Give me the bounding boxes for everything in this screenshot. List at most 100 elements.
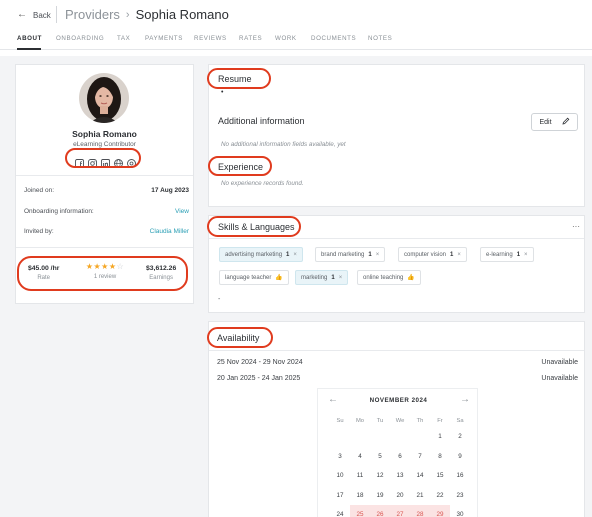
- calendar-day[interactable]: 5: [370, 447, 390, 467]
- invited-row: Invited by: Claudia Miller: [24, 228, 189, 235]
- calendar-day[interactable]: 17: [330, 486, 350, 506]
- skill-count: 1: [286, 251, 290, 258]
- skill-chip[interactable]: language teacher 👍: [219, 270, 289, 285]
- skill-chip[interactable]: e-learning 1 ×: [480, 247, 534, 262]
- calendar-day[interactable]: 4: [350, 447, 370, 467]
- tab-payments[interactable]: PAYMENTS: [145, 35, 183, 42]
- next-month-button[interactable]: →: [460, 394, 470, 405]
- back-label: Back: [33, 10, 51, 20]
- page-title: Sophia Romano: [135, 7, 229, 22]
- calendar-day[interactable]: 29: [430, 505, 450, 517]
- skill-label: online teaching: [363, 274, 404, 281]
- tab-tax[interactable]: TAX: [117, 35, 130, 42]
- calendar-day[interactable]: 14: [410, 466, 430, 486]
- skills-footer: -: [218, 296, 221, 303]
- highlight-ring: [207, 327, 273, 348]
- calendar-day[interactable]: 3: [330, 447, 350, 467]
- skill-chip[interactable]: marketing 1 ×: [295, 270, 349, 285]
- highlight-ring: [208, 156, 272, 176]
- remove-chip-icon[interactable]: ×: [293, 252, 297, 258]
- tab-work[interactable]: WORK: [275, 35, 297, 42]
- onboarding-view-link[interactable]: View: [175, 208, 189, 215]
- arrow-left-icon: ←: [17, 9, 27, 20]
- availability-period: 20 Jan 2025 - 24 Jan 2025 Unavailable: [217, 375, 578, 382]
- tab-rates[interactable]: RATES: [239, 35, 262, 42]
- skill-label: advertising marketing: [225, 251, 283, 258]
- skill-chip[interactable]: online teaching 👍: [357, 270, 421, 285]
- tab-notes[interactable]: NOTES: [368, 35, 392, 42]
- calendar-day[interactable]: 26: [370, 505, 390, 517]
- calendar-empty-cell: [330, 427, 350, 447]
- availability-period: 25 Nov 2024 - 29 Nov 2024 Unavailable: [217, 359, 578, 366]
- avatar: [79, 73, 129, 123]
- divider: [16, 247, 193, 248]
- calendar-day[interactable]: 12: [370, 466, 390, 486]
- calendar-day[interactable]: 27: [390, 505, 410, 517]
- edit-button[interactable]: Edit: [531, 113, 578, 131]
- calendar-day[interactable]: 24: [330, 505, 350, 517]
- calendar-day[interactable]: 13: [390, 466, 410, 486]
- invited-label: Invited by:: [24, 228, 54, 235]
- skill-label: language teacher: [225, 274, 272, 281]
- calendar-day[interactable]: 2: [450, 427, 470, 447]
- breadcrumb: Providers › Sophia Romano: [65, 6, 229, 24]
- calendar-empty-cell: [410, 427, 430, 447]
- calendar-day[interactable]: 10: [330, 466, 350, 486]
- highlight-ring: [65, 148, 141, 168]
- profile-name: Sophia Romano: [72, 129, 137, 139]
- weekday-label: Sa: [456, 418, 464, 424]
- onboarding-row: Onboarding information: View: [24, 208, 189, 215]
- calendar-day[interactable]: 15: [430, 466, 450, 486]
- tab-about[interactable]: ABOUT: [17, 35, 42, 42]
- calendar-grid: Su Mo Tu We Th Fr Sa 1 2 3 4 5 6 7 8 9 10 11 12 13 14 15 16 17 1…: [330, 415, 470, 517]
- calendar-day[interactable]: 25: [350, 505, 370, 517]
- remove-chip-icon[interactable]: ×: [524, 252, 528, 258]
- remove-chip-icon[interactable]: ×: [457, 252, 461, 258]
- tab-reviews[interactable]: REVIEWS: [194, 35, 227, 42]
- skill-chip[interactable]: brand marketing 1 ×: [315, 247, 386, 262]
- remove-chip-icon[interactable]: ×: [376, 252, 380, 258]
- calendar-empty-cell: [390, 427, 410, 447]
- skill-label: computer vision: [404, 251, 447, 258]
- additional-info-empty: No additional information fields availab…: [221, 141, 346, 148]
- tab-onboarding[interactable]: ONBOARDING: [56, 35, 104, 42]
- calendar-day[interactable]: 28: [410, 505, 430, 517]
- additional-info-title: Additional information: [218, 116, 305, 126]
- calendar-day[interactable]: 18: [350, 486, 370, 506]
- calendar-empty-cell: [350, 427, 370, 447]
- chevron-right-icon: ›: [125, 9, 130, 21]
- calendar-month: NOVEMBER 2024: [369, 397, 428, 404]
- calendar-day[interactable]: 9: [450, 447, 470, 467]
- calendar-day[interactable]: 1: [430, 427, 450, 447]
- back-button[interactable]: ← Back: [17, 9, 51, 21]
- breadcrumb-providers[interactable]: Providers: [65, 6, 120, 24]
- calendar-day[interactable]: 16: [450, 466, 470, 486]
- weekday-label: Su: [336, 418, 344, 424]
- highlight-ring: [207, 216, 301, 237]
- weekday-label: Tu: [376, 418, 384, 424]
- availability-card: Availability 25 Nov 2024 - 29 Nov 2024 U…: [208, 321, 585, 517]
- calendar-day[interactable]: 30: [450, 505, 470, 517]
- thumbs-up-icon: 👍: [275, 275, 283, 281]
- calendar-day[interactable]: 23: [450, 486, 470, 506]
- skill-chip[interactable]: advertising marketing 1 ×: [219, 247, 303, 262]
- skill-chip[interactable]: computer vision 1 ×: [398, 247, 467, 262]
- calendar-day[interactable]: 22: [430, 486, 450, 506]
- calendar-day[interactable]: 21: [410, 486, 430, 506]
- more-options-icon[interactable]: ···: [572, 222, 580, 231]
- calendar-day[interactable]: 7: [410, 447, 430, 467]
- calendar-day[interactable]: 11: [350, 466, 370, 486]
- remove-chip-icon[interactable]: ×: [339, 275, 343, 281]
- invited-by-link[interactable]: Claudia Miller: [150, 228, 189, 235]
- calendar-day[interactable]: 6: [390, 447, 410, 467]
- calendar-day[interactable]: 19: [370, 486, 390, 506]
- calendar-day[interactable]: 20: [390, 486, 410, 506]
- weekday-label: Fr: [437, 418, 443, 424]
- skill-label: marketing: [301, 274, 328, 281]
- weekday-label: Mo: [355, 418, 365, 424]
- period-status: Unavailable: [541, 375, 578, 382]
- skill-count: 1: [331, 274, 335, 281]
- tab-documents[interactable]: DOCUMENTS: [311, 35, 356, 42]
- calendar-day[interactable]: 8: [430, 447, 450, 467]
- weekday-label: We: [395, 418, 405, 424]
